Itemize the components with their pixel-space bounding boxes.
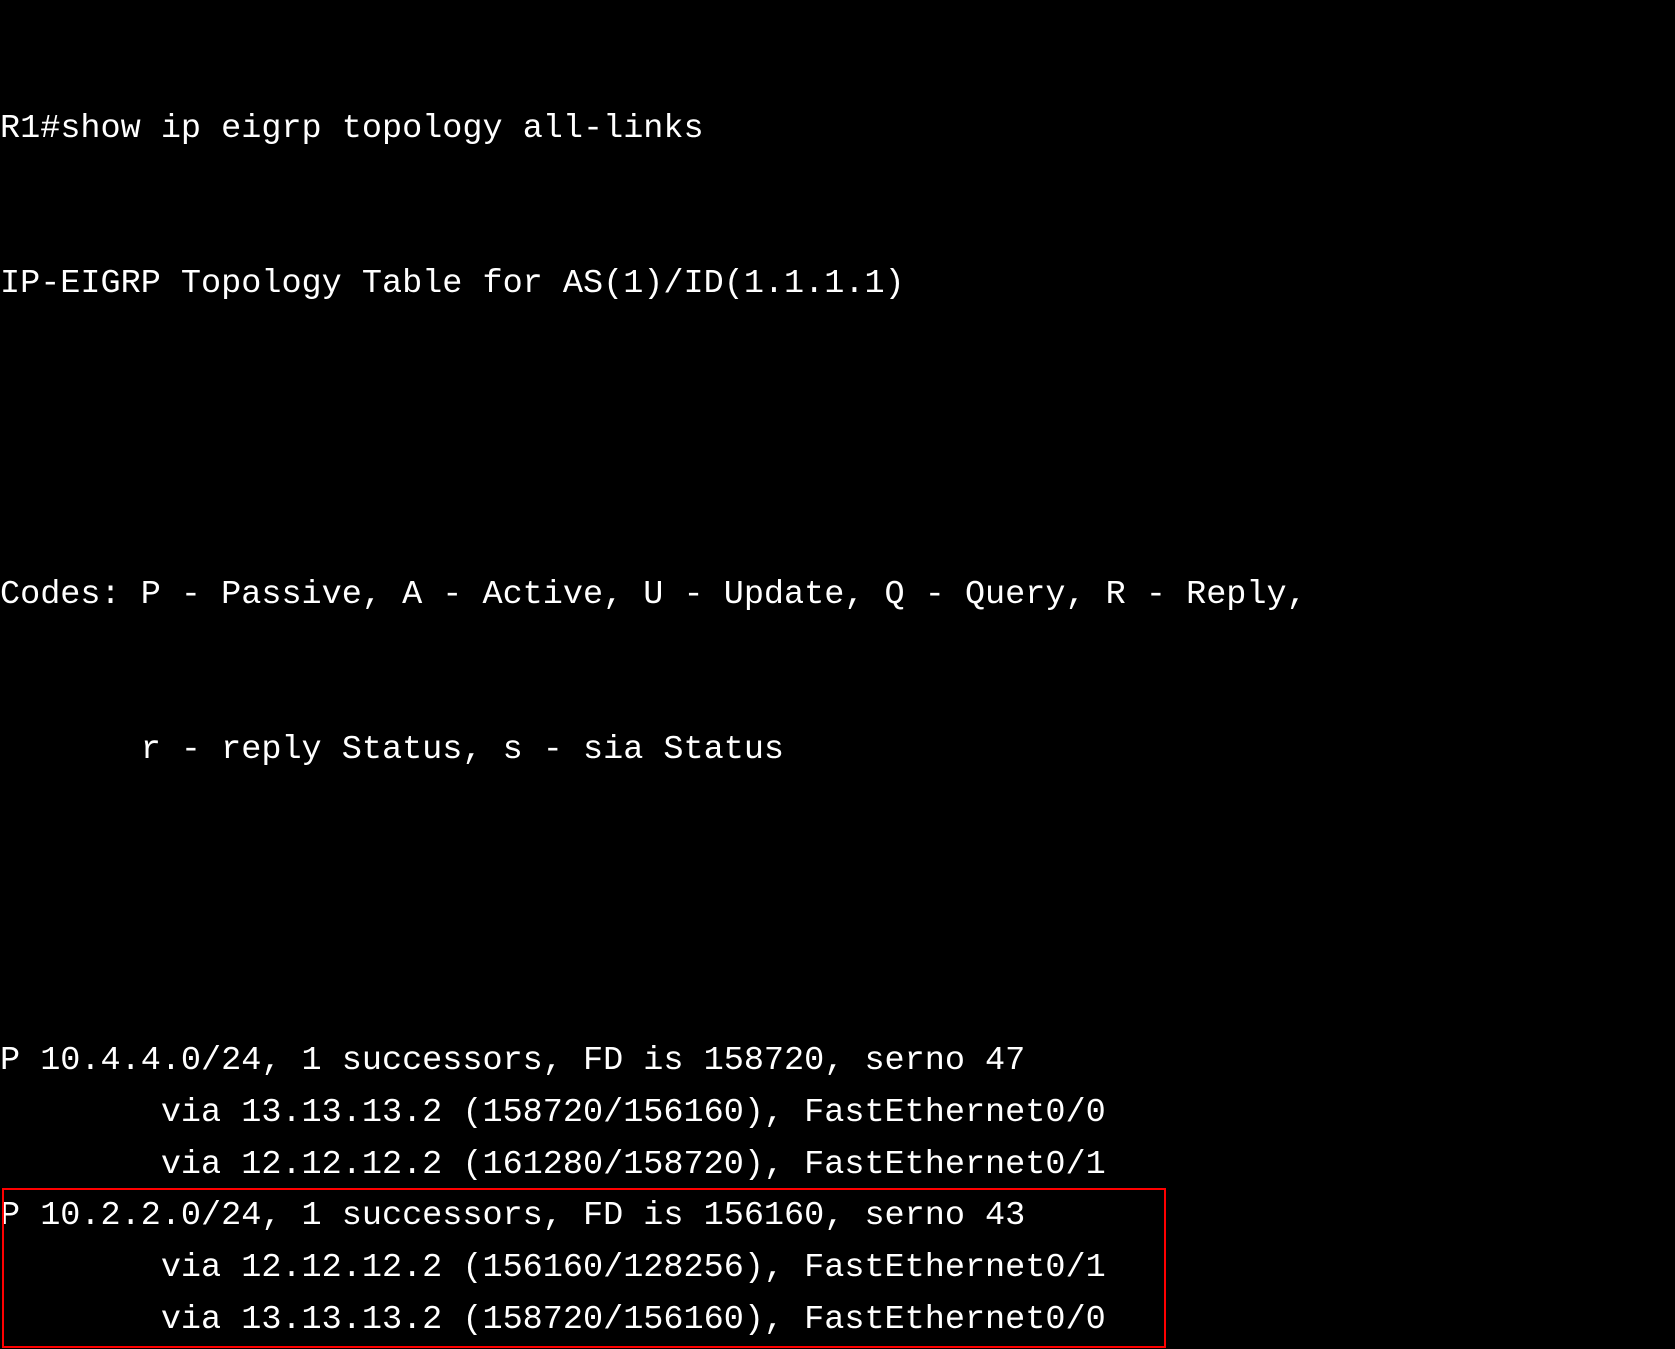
route-via: via 12.12.12.2 (156160/128256), FastEthe… [0,1243,1675,1295]
prompt: R1# [0,110,60,148]
command-line: R1#show ip eigrp topology all-links [0,104,1675,156]
terminal-output[interactable]: R1#show ip eigrp topology all-links IP-E… [0,0,1675,1349]
command-text: show ip eigrp topology all-links [60,110,703,148]
route-via: via 13.13.13.2 (158720/156160), FastEthe… [0,1088,1675,1140]
header-line: IP-EIGRP Topology Table for AS(1)/ID(1.1… [0,259,1675,311]
blank-line [0,881,1675,933]
topology-entries: P 10.4.4.0/24, 1 successors, FD is 15872… [0,1036,1675,1349]
route-via: via 12.12.12.2 (161280/158720), FastEthe… [0,1140,1675,1192]
codes-line-1: Codes: P - Passive, A - Active, U - Upda… [0,570,1675,622]
route-via: via 13.13.13.2 (158720/156160), FastEthe… [0,1295,1675,1347]
codes-line-2: r - reply Status, s - sia Status [0,725,1675,777]
route-summary: P 10.2.2.0/24, 1 successors, FD is 15616… [0,1191,1675,1243]
blank-line [0,414,1675,466]
route-summary: P 10.4.4.0/24, 1 successors, FD is 15872… [0,1036,1675,1088]
